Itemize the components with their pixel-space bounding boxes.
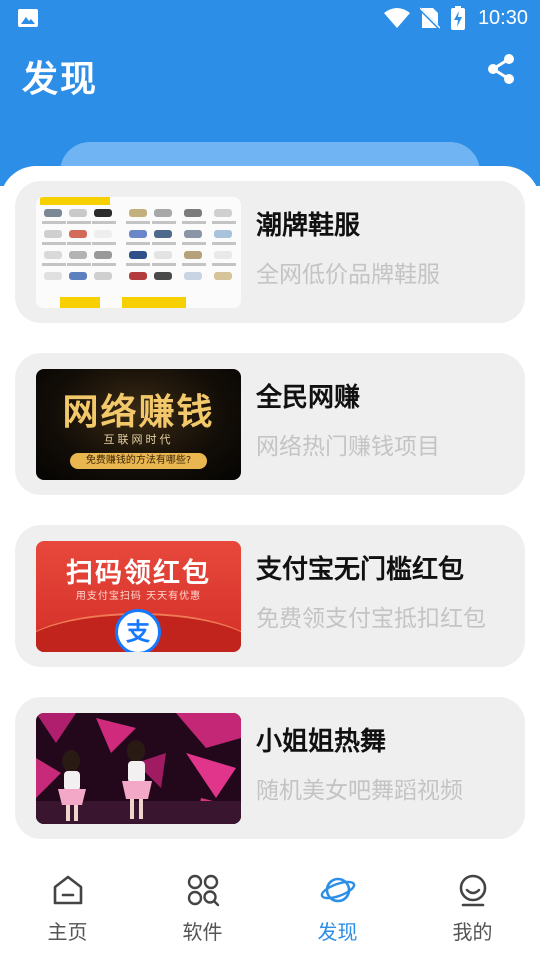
sneaker-grid-thumbnail [36, 197, 241, 308]
thumb-headline: 扫码领红包 [66, 558, 211, 589]
thumb-caption: 免费赚钱的方法有哪些? [70, 453, 207, 469]
alipay-red-packet-thumbnail: 扫码领红包 用支付宝扫码 天天有优惠 支 [36, 541, 241, 652]
bottom-tab-bar: 主页 软件 发现 我的 [0, 866, 540, 960]
tab-home[interactable]: 主页 [0, 866, 135, 960]
tab-discover[interactable]: 发现 [270, 866, 405, 960]
no-sim-icon [419, 7, 440, 30]
card-title: 潮牌鞋服 [256, 211, 361, 241]
thumb-headline: 网络赚钱 [62, 392, 215, 433]
battery-charging-icon [450, 6, 465, 30]
earn-money-thumbnail: 网络赚钱 互联网时代 免费赚钱的方法有哪些? [36, 369, 241, 480]
tab-label: 我的 [452, 920, 493, 944]
card-title: 支付宝无门槛红包 [256, 555, 465, 585]
page-title: 发现 [22, 59, 99, 100]
tab-software[interactable]: 软件 [135, 866, 270, 960]
card-online-earning[interactable]: 网络赚钱 互联网时代 免费赚钱的方法有哪些? 全民网赚 网络热门赚钱项目 [15, 353, 525, 495]
wifi-icon [383, 8, 410, 28]
profile-icon [459, 874, 486, 907]
apps-icon [187, 874, 219, 907]
thumb-tagline: 互联网时代 [103, 433, 174, 446]
card-title: 小姐姐热舞 [256, 727, 387, 757]
card-subtitle: 全网低价品牌鞋服 [256, 262, 440, 288]
tab-mine[interactable]: 我的 [405, 866, 540, 960]
dance-photo-thumbnail [36, 713, 241, 824]
share-icon[interactable] [484, 52, 518, 86]
gallery-icon [18, 9, 38, 27]
clock: 10:30 [477, 6, 528, 29]
card-subtitle: 随机美女吧舞蹈视频 [256, 778, 463, 804]
tab-label: 软件 [182, 920, 223, 944]
home-icon [53, 875, 82, 905]
card-subtitle: 免费领支付宝抵扣红包 [256, 606, 486, 632]
thumb-tagline: 用支付宝扫码 天天有优惠 [75, 591, 202, 602]
card-subtitle: 网络热门赚钱项目 [256, 434, 440, 460]
tab-label: 主页 [47, 920, 88, 944]
planet-icon [320, 877, 355, 903]
card-title: 全民网赚 [256, 383, 361, 413]
card-dance-videos[interactable]: 小姐姐热舞 随机美女吧舞蹈视频 [15, 697, 525, 839]
status-bar: 10:30 [0, 0, 540, 36]
tab-label: 发现 [317, 920, 358, 944]
card-alipay-red-packet[interactable]: 扫码领红包 用支付宝扫码 天天有优惠 支 支付宝无门槛红包 免费领支付宝抵扣红包 [15, 525, 525, 667]
card-trendy-shoes[interactable]: 潮牌鞋服 全网低价品牌鞋服 [15, 181, 525, 323]
alipay-logo: 支 [115, 609, 161, 652]
